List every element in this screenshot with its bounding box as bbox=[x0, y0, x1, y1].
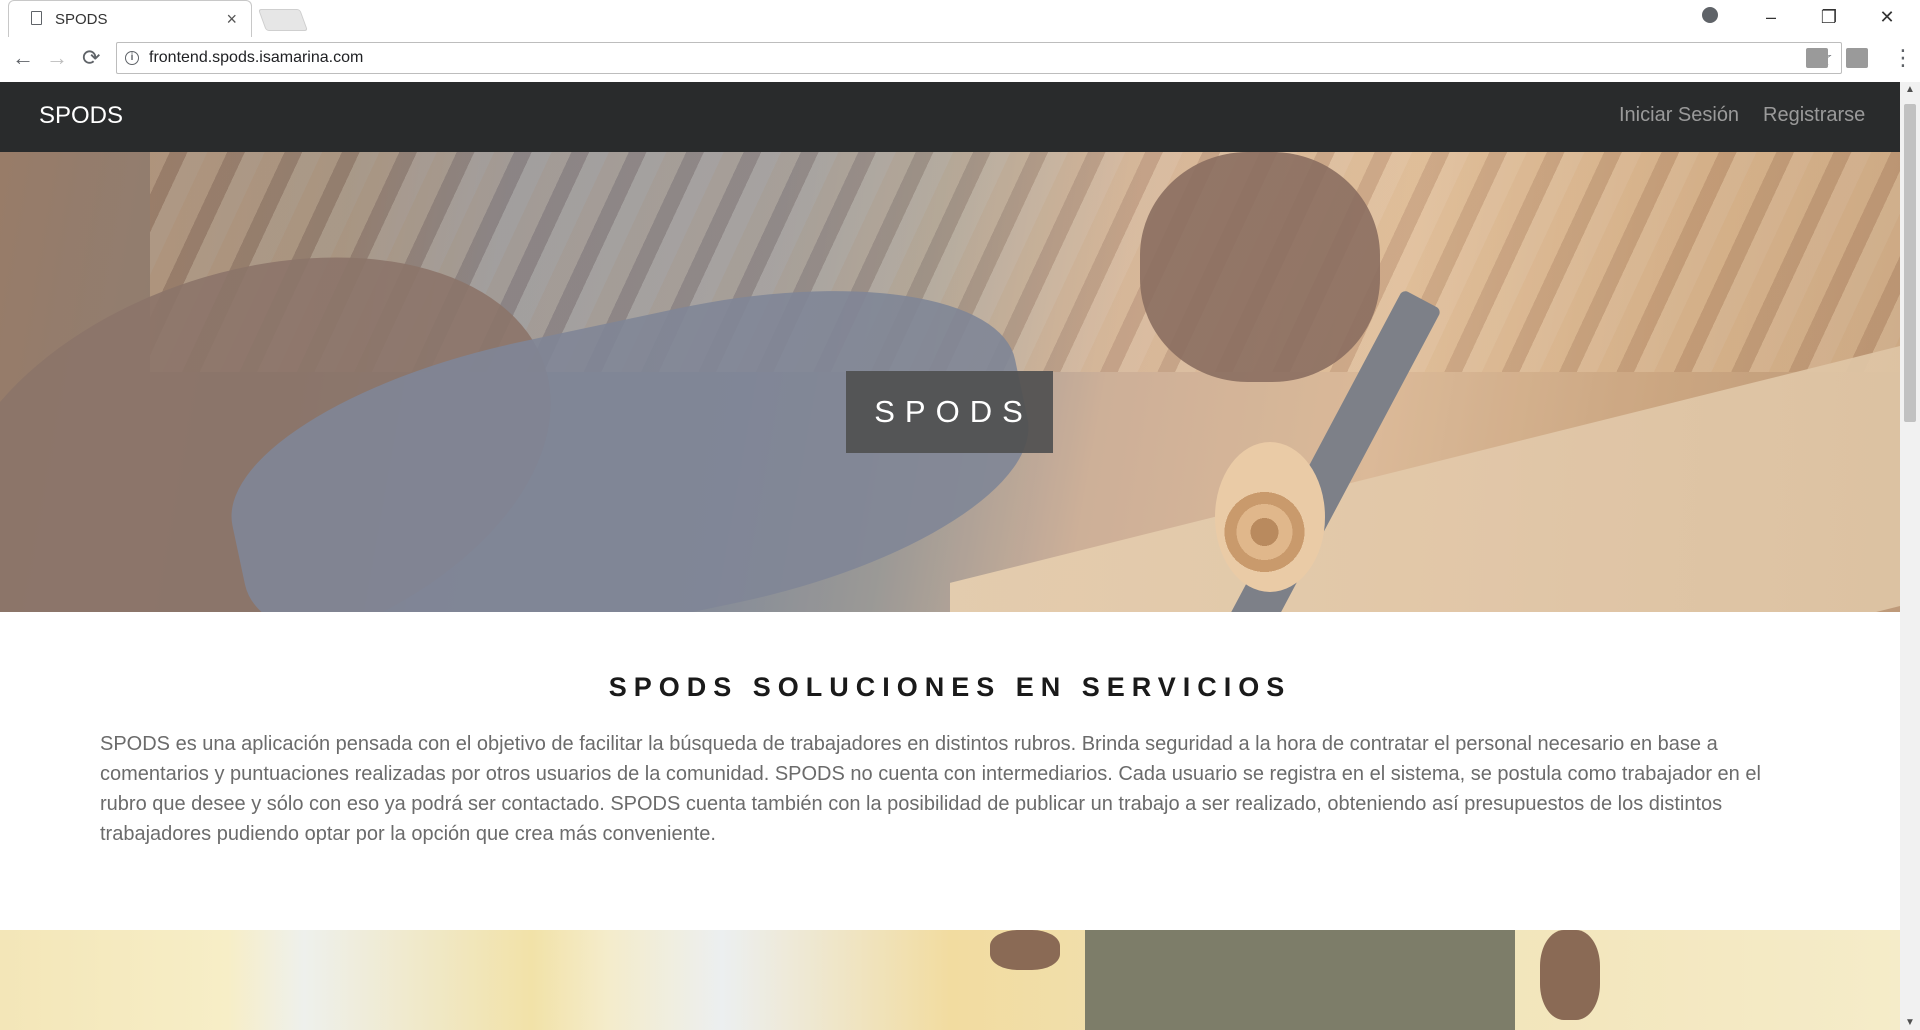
browser-tab-strip: SPODS × – ❐ ✕ bbox=[0, 0, 1920, 38]
section-title: SPODS SOLUCIONES EN SERVICIOS bbox=[608, 672, 1292, 702]
document-icon bbox=[31, 11, 42, 25]
page-viewport: SPODS Iniciar Sesión Registrarse SPODS S… bbox=[0, 82, 1900, 1030]
address-bar[interactable]: i frontend.spods.isamarina.com ☆ bbox=[116, 42, 1842, 74]
brand-logo[interactable]: SPODS bbox=[39, 102, 123, 130]
new-tab-button[interactable] bbox=[257, 9, 309, 31]
section-description: SPODS es una aplicación pensada con el o… bbox=[100, 733, 1761, 845]
hero-title: SPODS bbox=[846, 371, 1053, 453]
back-button[interactable]: ← bbox=[12, 45, 34, 71]
tab-title: SPODS bbox=[55, 11, 108, 28]
hero-banner: SPODS bbox=[0, 152, 1900, 612]
extension-icon[interactable] bbox=[1846, 48, 1868, 68]
menu-icon[interactable]: ⋮ bbox=[1892, 45, 1914, 71]
site-navbar: SPODS Iniciar Sesión Registrarse bbox=[0, 82, 1900, 152]
secondary-banner-image bbox=[0, 930, 1900, 1030]
profile-icon[interactable] bbox=[1702, 7, 1718, 23]
url-text[interactable]: frontend.spods.isamarina.com bbox=[149, 49, 363, 67]
tab-close-icon[interactable]: × bbox=[226, 9, 237, 30]
banner-image-detail bbox=[1540, 930, 1600, 1020]
scrollbar-thumb[interactable] bbox=[1904, 104, 1916, 422]
info-icon[interactable]: i bbox=[125, 51, 139, 65]
forward-button[interactable]: → bbox=[46, 45, 68, 71]
minimize-button[interactable]: – bbox=[1742, 0, 1800, 37]
browser-toolbar: ← → ⟳ i frontend.spods.isamarina.com ☆ ⋮ bbox=[0, 37, 1920, 83]
browser-tab[interactable]: SPODS × bbox=[8, 0, 252, 37]
page-scrollbar[interactable]: ▲ ▼ bbox=[1900, 82, 1920, 1030]
scroll-up-icon[interactable]: ▲ bbox=[1905, 84, 1915, 95]
register-link[interactable]: Registrarse bbox=[1763, 104, 1865, 127]
restore-button[interactable]: ❐ bbox=[1800, 0, 1858, 37]
banner-image-detail bbox=[1085, 930, 1515, 1030]
banner-image-detail bbox=[990, 930, 1060, 970]
reload-button[interactable]: ⟳ bbox=[82, 45, 100, 71]
close-window-button[interactable]: ✕ bbox=[1858, 0, 1916, 37]
scroll-down-icon[interactable]: ▼ bbox=[1905, 1017, 1915, 1028]
login-link[interactable]: Iniciar Sesión bbox=[1619, 104, 1739, 127]
extension-icon[interactable] bbox=[1806, 48, 1828, 68]
